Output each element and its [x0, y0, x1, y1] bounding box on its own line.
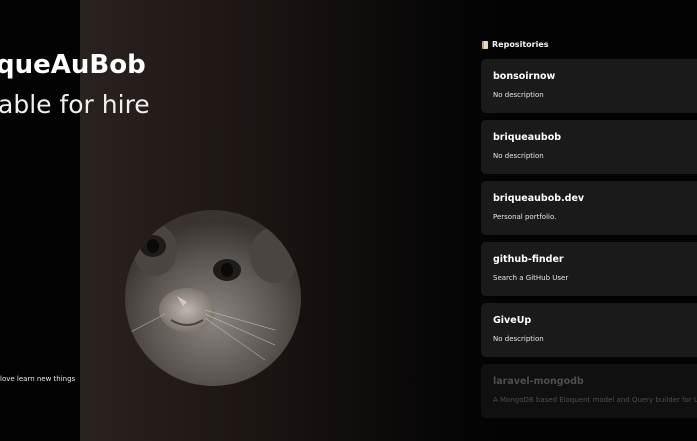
- repo-card[interactable]: github-finder Search a GitHub User: [481, 242, 697, 296]
- repositories-header: Repositories: [482, 40, 549, 49]
- repository-list: bonsoirnow No description briqueaubob No…: [481, 59, 697, 425]
- repo-description: No description: [493, 152, 544, 160]
- cat-avatar-image: [125, 210, 301, 386]
- repositories-title: Repositories: [492, 40, 549, 49]
- hire-status: able for hire: [0, 90, 150, 119]
- profile-tagline: love learn new things: [0, 375, 76, 383]
- repo-name[interactable]: briqueaubob: [493, 132, 697, 143]
- avatar: [125, 210, 301, 386]
- repo-name[interactable]: briqueaubob.dev: [493, 193, 697, 204]
- repo-card[interactable]: briqueaubob No description: [481, 120, 697, 174]
- repo-description: No description: [493, 335, 544, 343]
- repo-description: Search a GitHub User: [493, 274, 569, 282]
- book-icon: [482, 40, 488, 49]
- repo-description: Personal portfolio.: [493, 213, 557, 221]
- repo-description: A MongoDB based Eloquent model and Query…: [493, 396, 697, 404]
- repo-name[interactable]: GiveUp: [493, 315, 697, 326]
- repo-name[interactable]: bonsoirnow: [493, 71, 697, 82]
- repo-name[interactable]: github-finder: [493, 254, 697, 265]
- repo-name[interactable]: laravel-mongodb: [493, 376, 697, 387]
- repo-card[interactable]: GiveUp No description: [481, 303, 697, 357]
- repo-card[interactable]: laravel-mongodb A MongoDB based Eloquent…: [481, 364, 697, 418]
- profile-name: queAuBob: [0, 50, 146, 80]
- repo-description: No description: [493, 91, 544, 99]
- repo-card[interactable]: briqueaubob.dev Personal portfolio.: [481, 181, 697, 235]
- repo-card[interactable]: bonsoirnow No description: [481, 59, 697, 113]
